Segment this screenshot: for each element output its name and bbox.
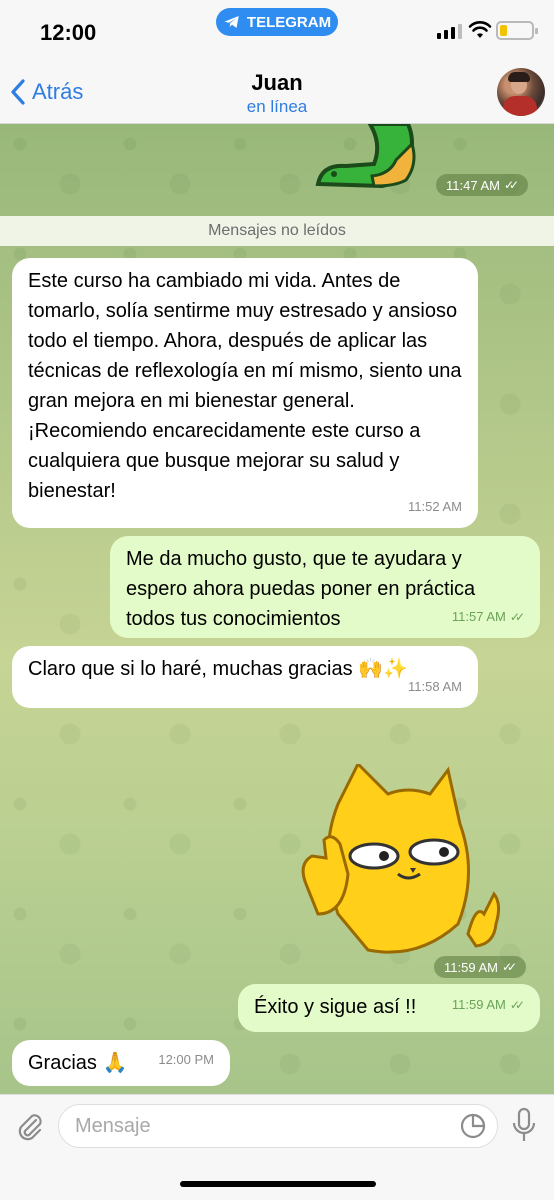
message-meta: 11:58 AM — [408, 672, 462, 702]
avatar[interactable] — [497, 68, 545, 116]
message-incoming[interactable]: Este curso ha cambiado mi vida. Antes de… — [12, 258, 478, 528]
double-check-icon: ✓✓ — [501, 960, 517, 974]
message-time: 11:59 AM — [451, 997, 506, 1012]
mic-icon[interactable] — [510, 1107, 538, 1145]
battery-icon — [496, 21, 538, 40]
message-meta: 11:59 AM ✓✓ — [451, 990, 525, 1020]
sticker-time: 11:59 AM — [444, 959, 498, 975]
chat-header: Atrás Juan en línea — [0, 60, 554, 124]
signal-icon — [437, 24, 462, 39]
message-input[interactable]: Mensaje — [58, 1104, 498, 1148]
telegram-pill[interactable]: TELEGRAM — [216, 8, 338, 36]
double-check-icon: ✓✓ — [509, 998, 525, 1012]
double-check-icon: ✓✓ — [509, 610, 525, 624]
message-time: 12:00 PM — [158, 1052, 214, 1067]
message-meta: 11:57 AM ✓✓ — [451, 602, 525, 632]
message-time: 11:57 AM — [451, 609, 506, 624]
cat-thumbs-up-sticker[interactable] — [298, 764, 504, 964]
message-text: Este curso ha cambiado mi vida. Antes de… — [28, 270, 462, 502]
contact-name[interactable]: Juan — [0, 70, 554, 96]
home-indicator[interactable] — [180, 1181, 376, 1187]
dinosaur-sticker[interactable] — [312, 124, 422, 190]
message-time: 11:58 AM — [408, 679, 462, 694]
message-incoming[interactable]: Gracias 🙏 12:00 PM — [12, 1040, 230, 1086]
message-meta: 12:00 PM — [158, 1045, 214, 1075]
message-outgoing[interactable]: Me da mucho gusto, que te ayudara y espe… — [110, 536, 540, 638]
status-bar: 12:00 TELEGRAM — [0, 0, 554, 60]
message-incoming[interactable]: Claro que si lo haré, muchas gracias 🙌✨ … — [12, 646, 478, 708]
double-check-icon: ✓✓ — [503, 178, 519, 192]
telegram-icon — [224, 16, 239, 28]
sticker-time-badge: 11:47 AM ✓✓ — [436, 174, 529, 196]
wifi-icon — [468, 21, 492, 38]
message-outgoing[interactable]: Éxito y sigue así !! 11:59 AM ✓✓ — [238, 984, 540, 1032]
status-time: 12:00 — [40, 20, 97, 45]
telegram-pill-label: TELEGRAM — [246, 13, 332, 31]
attach-icon[interactable] — [14, 1111, 46, 1143]
unread-divider: Mensajes no leídos — [0, 216, 554, 246]
message-input-placeholder: Mensaje — [75, 1114, 151, 1137]
chat-area[interactable]: 11:47 AM ✓✓ Mensajes no leídos Este curs… — [0, 124, 554, 1094]
message-text: Claro que si lo haré, muchas gracias 🙌✨ — [28, 658, 408, 680]
message-meta: 11:52 AM — [408, 492, 462, 522]
message-time: 11:52 AM — [408, 499, 462, 514]
sticker-time: 11:47 AM — [446, 177, 500, 193]
message-input-bar: Mensaje — [0, 1094, 554, 1200]
sticker-icon[interactable] — [459, 1112, 487, 1140]
sticker-time-badge: 11:59 AM ✓✓ — [434, 956, 527, 978]
contact-status: en línea — [246, 97, 308, 116]
